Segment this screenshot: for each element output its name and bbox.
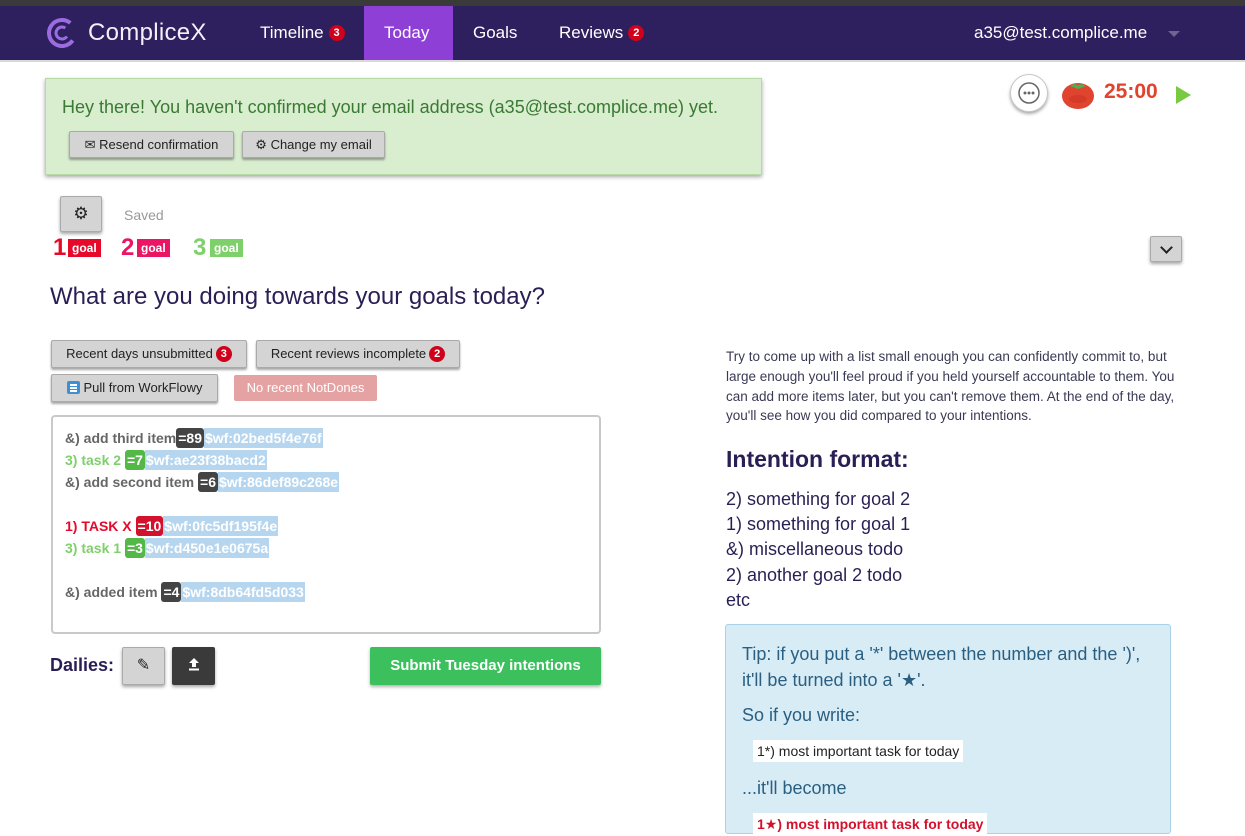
pencil-icon: ✎ [136,657,151,674]
intention-duration-pill: =6 [198,472,218,492]
intention-duration-pill: =4 [161,582,182,602]
format-example: 2) another goal 2 todo [726,564,903,585]
tip-example-result-intro: ...it'll become [742,778,847,798]
recent-reviews-incomplete-button[interactable]: Recent reviews incomplete 2 [256,340,460,368]
goal-3-number: 3 [193,234,207,261]
intention-duration-pill: =3 [124,538,145,558]
recent-reviews-label: Recent reviews incomplete [270,346,427,361]
tab-reviews-badge: 2 [628,25,645,41]
no-recent-notdones-button: No recent NotDones [234,375,377,401]
resend-confirmation-label: Resend confirmation [99,137,219,152]
saved-status: Saved [124,207,164,223]
tip-text: Tip: if you put a '*' between the number… [742,644,1141,690]
settings-button[interactable]: ⚙ [60,196,102,232]
recent-days-unsubmitted-button[interactable]: Recent days unsubmitted 3 [51,340,247,368]
edit-dailies-button[interactable]: ✎ [122,647,165,685]
tab-timeline-label: Timeline [260,23,324,42]
tab-goals[interactable]: Goals [453,6,539,60]
caret-down-icon[interactable] [1168,31,1180,37]
goal-1-number: 1 [53,234,67,261]
intention-line: 3) task 2 =7 $wf:ae23f38bacd2 [65,450,267,470]
change-email-button[interactable]: ⚙ Change my email [242,131,385,158]
goal-2-number: 2 [121,234,135,261]
intention-duration-pill: =10 [135,516,164,536]
dailies-label: Dailies: [50,655,115,675]
intention-line: 3) task 1 =3 $wf:d450e1e0675a [65,538,270,558]
workflowy-id: $wf:d450e1e0675a [144,538,270,558]
goal-1-tag[interactable]: goal 1 [68,239,101,273]
workflowy-id: $wf:02bed5f4e76f [203,428,323,448]
email-confirmation-alert: Hey there! You haven't confirmed your em… [45,78,762,175]
pomodoro-timer: 25:00 [1104,80,1158,103]
user-menu[interactable]: a35@test.complice.me [974,6,1147,60]
intention-format-list: 2) something for goal 2 1) something for… [726,487,910,613]
intentions-textarea[interactable]: &) add third item =89 $wf:02bed5f4e76f 3) … [51,415,601,634]
pomodoro-menu-button[interactable] [1010,74,1048,112]
intention-text: 3) task 1 [65,540,122,556]
intention-text: &) add second item [65,474,195,490]
pull-from-workflowy-button[interactable]: Pull from WorkFlowy [51,374,218,402]
tip-example-intro: So if you write: [742,705,861,725]
navbar: CompliceX Timeline 3 Today Goals Reviews 2… [0,6,1245,62]
complice-logo-icon [47,18,77,48]
gear-icon: ⚙ [73,204,89,223]
recent-reviews-badge: 2 [429,346,446,362]
workflowy-icon [66,381,80,394]
tab-goals-label: Goals [473,23,518,42]
intention-text: 3) task 2 [65,452,122,468]
tab-reviews-label: Reviews [559,23,624,42]
chevron-down-icon [1160,241,1173,254]
insert-dailies-button[interactable] [172,647,215,685]
alert-message: Hey there! You haven't confirmed your em… [62,97,719,117]
more-options-icon [1018,82,1040,104]
page-question: What are you doing towards your goals to… [50,283,545,310]
expand-collapse-button[interactable] [1150,236,1182,262]
intention-line: 1) TASK X =10 $wf:0fc5df195f4e [65,516,279,536]
format-example: &) miscellaneous todo [726,539,904,560]
intention-text: &) add third item [65,430,177,446]
tip-example-input: 1*) most important task for today [753,740,964,762]
format-example: 2) something for goal 2 [726,489,911,509]
tab-reviews[interactable]: Reviews 2 [539,6,669,60]
upload-icon [188,658,199,671]
intention-line: &) added item =4 $wf:8db64fd5d033 [65,582,305,602]
goal-2-tag[interactable]: goal 2 [137,239,170,273]
play-icon[interactable] [1176,86,1191,104]
workflowy-id: $wf:8db64fd5d033 [181,582,305,602]
intention-text: &) added item [65,584,162,600]
gear-icon: ⚙ [255,137,267,152]
workflowy-label: Pull from WorkFlowy [83,380,203,395]
change-email-label: Change my email [270,137,372,152]
brand-name[interactable]: CompliceX [88,19,207,47]
format-example: etc [726,589,751,610]
intention-line: &) add third item =89 $wf:02bed5f4e76f [65,428,323,448]
recent-days-badge: 3 [215,346,232,362]
tab-today[interactable]: Today [364,6,453,60]
workflowy-id: $wf:0fc5df195f4e [163,516,279,536]
submit-intentions-button[interactable]: Submit Tuesday intentions [370,647,601,685]
intention-text: 1) TASK X [65,518,132,534]
workflowy-id: $wf:86def89c268e [218,472,340,492]
tip-box: Tip: if you put a '*' between the number… [725,624,1171,836]
envelope-icon: ✉ [84,137,96,152]
goal-3-tag[interactable]: goal 3 [210,239,243,273]
intention-duration-pill: =7 [124,450,145,470]
intention-duration-pill: =89 [176,428,204,448]
workflowy-id: $wf:ae23f38bacd2 [144,450,267,470]
tab-today-label: Today [384,23,430,42]
tab-timeline-badge: 3 [328,25,345,41]
intention-format-title: Intention format: [726,446,909,472]
intention-line: &) add second item =6 $wf:86def89c268e [65,472,340,492]
recent-days-label: Recent days unsubmitted [66,346,213,361]
tomato-icon[interactable] [1061,78,1095,110]
resend-confirmation-button[interactable]: ✉ Resend confirmation [69,131,234,158]
tab-timeline[interactable]: Timeline 3 [246,6,364,60]
format-example: 1) something for goal 1 [726,514,911,535]
help-text: Try to come up with a list small enough … [726,349,1175,424]
